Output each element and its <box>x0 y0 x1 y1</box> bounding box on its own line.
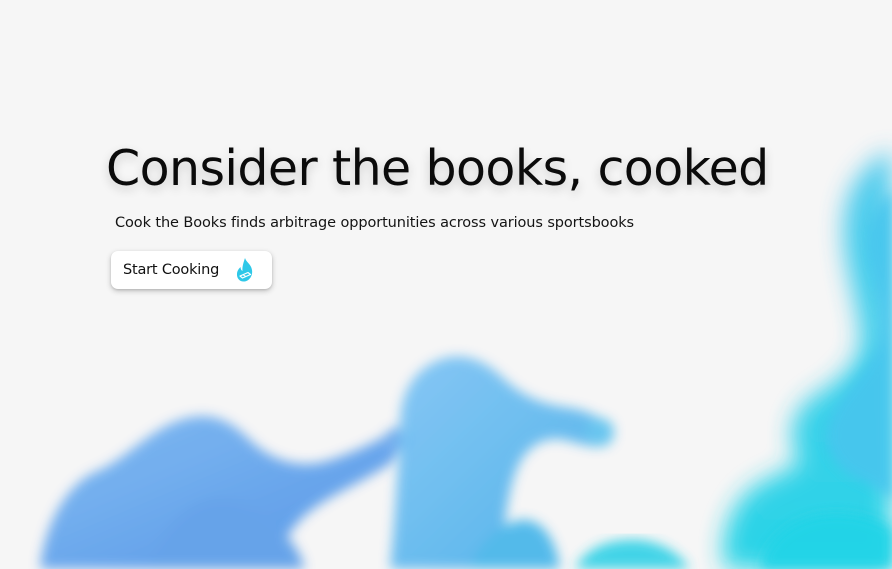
start-cooking-button[interactable]: Start Cooking <box>111 251 272 289</box>
start-cooking-label: Start Cooking <box>123 262 220 278</box>
hero-section: Consider the books, cooked Cook the Book… <box>0 0 892 569</box>
flame-icon <box>236 258 253 282</box>
hero-content: Consider the books, cooked Cook the Book… <box>0 0 892 569</box>
page-subtitle: Cook the Books finds arbitrage opportuni… <box>115 215 634 231</box>
page-title: Consider the books, cooked <box>106 140 769 197</box>
